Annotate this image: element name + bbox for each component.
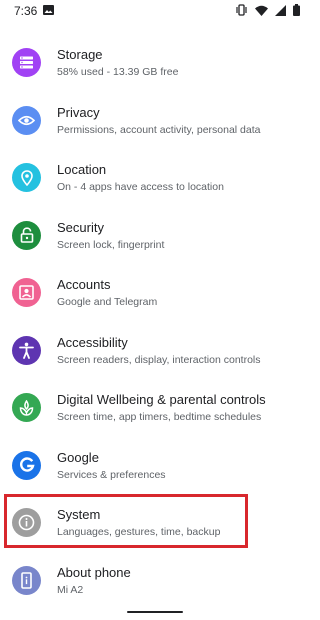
about-phone-icon — [12, 565, 41, 595]
settings-item-privacy[interactable]: Privacy Permissions, account activity, p… — [0, 92, 310, 150]
settings-item-title: Accessibility — [57, 334, 128, 350]
status-time: 7:36 — [14, 4, 38, 18]
settings-item-location[interactable]: Location On - 4 apps have access to loca… — [0, 149, 310, 207]
security-icon — [12, 220, 41, 250]
settings-item-subtitle: Languages, gestures, time, backup — [57, 526, 221, 538]
settings-item-subtitle: Permissions, account activity, personal … — [57, 123, 261, 136]
digital-wellbeing-icon — [12, 393, 41, 422]
settings-item-title: Location — [57, 162, 107, 177]
settings-item-title: Accounts — [57, 277, 111, 292]
privacy-icon — [12, 105, 41, 135]
settings-item-subtitle: Screen lock, fingerprint — [57, 238, 165, 251]
vibrate-icon — [236, 4, 247, 16]
accessibility-icon — [12, 335, 41, 365]
settings-item-storage[interactable]: Storage 58% used - 13.39 GB free — [0, 34, 310, 92]
gallery-notification-icon — [43, 5, 54, 15]
settings-item-subtitle: 58% used - 13.39 GB free — [57, 66, 179, 78]
settings-item-subtitle: Services & preferences — [57, 468, 166, 481]
battery-icon — [293, 4, 300, 16]
settings-item-subtitle: Google and Telegram — [57, 296, 158, 308]
settings-item-title: System — [57, 507, 101, 522]
signal-icon — [275, 4, 286, 16]
settings-item-title: Digital Wellbeing & parental controls — [57, 392, 266, 407]
settings-item-title: Security — [57, 219, 104, 235]
settings-item-subtitle: Mi A2 — [57, 583, 84, 596]
accounts-icon — [12, 278, 41, 307]
settings-list: Storage 58% used - 13.39 GB free Privacy… — [0, 34, 310, 609]
status-bar: 7:36 — [0, 0, 310, 20]
settings-item-digital-wellbeing[interactable]: Digital Wellbeing & parental controls Sc… — [0, 379, 310, 437]
location-icon — [12, 163, 41, 192]
status-icons — [235, 4, 300, 16]
settings-item-title: Google — [57, 449, 99, 465]
settings-item-accessibility[interactable]: Accessibility Screen readers, display, i… — [0, 322, 310, 380]
settings-item-title: Storage — [57, 47, 103, 62]
wifi-icon — [255, 5, 268, 16]
settings-item-google[interactable]: Google Services & preferences — [0, 437, 310, 495]
settings-item-subtitle: Screen time, app timers, bedtime schedul… — [57, 411, 262, 423]
settings-item-subtitle: On - 4 apps have access to location — [57, 181, 224, 193]
google-icon — [12, 450, 41, 480]
settings-item-title: About phone — [57, 564, 131, 580]
settings-item-system[interactable]: System Languages, gestures, time, backup — [0, 494, 310, 552]
settings-item-title: Privacy — [57, 104, 100, 120]
settings-item-subtitle: Screen readers, display, interaction con… — [57, 353, 261, 366]
settings-item-about-phone[interactable]: About phone Mi A2 — [0, 552, 310, 610]
settings-item-security[interactable]: Security Screen lock, fingerprint — [0, 207, 310, 265]
settings-item-accounts[interactable]: Accounts Google and Telegram — [0, 264, 310, 322]
storage-icon — [12, 48, 41, 77]
system-info-icon — [12, 508, 41, 537]
gesture-nav-handle[interactable] — [127, 611, 183, 613]
